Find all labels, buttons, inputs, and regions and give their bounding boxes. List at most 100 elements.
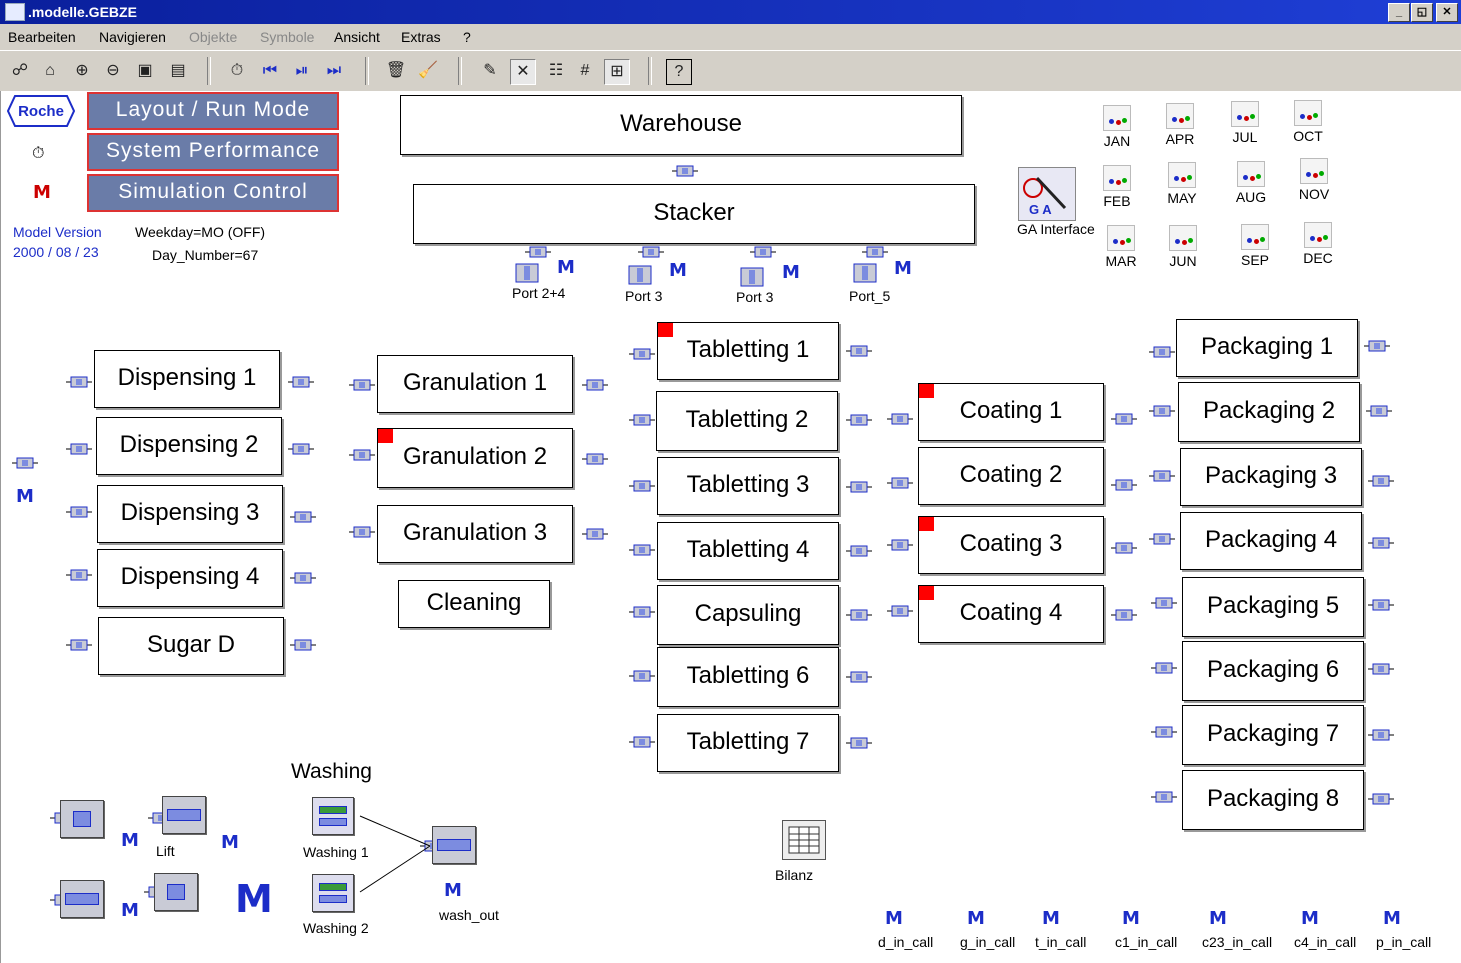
fast-forward-icon[interactable]: ⏭ <box>322 59 346 83</box>
step-icon[interactable]: ⏯ <box>290 59 314 83</box>
coating-node[interactable]: Coating 4 <box>918 585 1104 643</box>
connector-icon[interactable] <box>12 456 38 470</box>
restore-button[interactable]: ◱ <box>1411 3 1433 22</box>
coating-node[interactable]: Coating 2 <box>918 447 1104 505</box>
connector-icon[interactable] <box>66 442 92 456</box>
method-call-icon[interactable]: M <box>1122 910 1140 928</box>
connector-icon[interactable] <box>846 544 872 558</box>
connector-icon[interactable] <box>349 525 375 539</box>
connector-icon[interactable] <box>582 527 608 541</box>
menu-objekte[interactable]: Objekte <box>189 29 237 45</box>
connector-icon[interactable] <box>1151 661 1177 675</box>
packaging-node[interactable]: Packaging 2 <box>1178 382 1360 442</box>
stacker-node[interactable]: Stacker <box>413 184 975 244</box>
tabletting-node[interactable]: Tabletting 3 <box>657 457 839 515</box>
connector-icon[interactable] <box>290 510 316 524</box>
layout-icon[interactable]: ⊞ <box>604 59 630 85</box>
port-icon[interactable] <box>625 260 655 290</box>
month-jan[interactable]: JAN <box>1095 105 1139 149</box>
packaging-node[interactable]: Packaging 5 <box>1182 577 1364 637</box>
connector-icon[interactable] <box>1151 790 1177 804</box>
method-call-icon[interactable]: M <box>885 910 903 928</box>
menu-help[interactable]: ? <box>463 29 471 45</box>
connector-icon[interactable] <box>1111 608 1137 622</box>
connector-icon[interactable] <box>1149 404 1175 418</box>
method-call-icon[interactable]: M <box>1209 910 1227 928</box>
system-performance-button[interactable]: System Performance <box>87 133 339 171</box>
zoom-out-icon[interactable]: ⊖ <box>101 59 125 83</box>
menu-bearbeiten[interactable]: Bearbeiten <box>8 29 76 45</box>
broom-icon[interactable]: 🧹 <box>416 59 440 83</box>
connector-icon[interactable] <box>66 638 92 652</box>
packaging-node[interactable]: Packaging 6 <box>1182 641 1364 701</box>
month-dec[interactable]: DEC <box>1296 222 1340 266</box>
rewind-icon[interactable]: ⏮ <box>258 59 282 83</box>
dispensing-node[interactable]: Dispensing 3 <box>97 485 283 543</box>
tabletting-node[interactable]: Tabletting 7 <box>657 714 839 772</box>
connector-icon[interactable] <box>288 375 314 389</box>
method-icon[interactable]: M <box>16 488 34 506</box>
port-icon[interactable] <box>850 258 880 288</box>
method-icon[interactable]: M <box>121 832 139 850</box>
connector-icon[interactable] <box>1111 412 1137 426</box>
minimize-button[interactable]: _ <box>1388 3 1410 22</box>
port-icon[interactable] <box>737 262 767 292</box>
month-jun[interactable]: JUN <box>1161 225 1205 269</box>
connector-icon[interactable] <box>629 479 655 493</box>
month-sep[interactable]: SEP <box>1233 224 1277 268</box>
port-method-icon[interactable]: M <box>782 264 800 282</box>
connector-icon[interactable] <box>290 638 316 652</box>
eraser-icon[interactable]: ✎ <box>478 59 502 83</box>
connector-icon[interactable] <box>629 347 655 361</box>
port-method-icon[interactable]: M <box>894 260 912 278</box>
menu-extras[interactable]: Extras <box>401 29 441 45</box>
connector-icon[interactable] <box>1111 478 1137 492</box>
connector-icon[interactable] <box>887 476 913 490</box>
dispensing-node[interactable]: Dispensing 2 <box>96 417 282 475</box>
connector-icon[interactable] <box>629 413 655 427</box>
packaging-node[interactable]: Packaging 4 <box>1180 512 1362 570</box>
buffer-icon[interactable] <box>60 880 104 918</box>
buffer-icon[interactable] <box>154 873 198 911</box>
connector-icon[interactable] <box>846 413 872 427</box>
ga-interface-icon[interactable]: G A <box>1018 167 1076 221</box>
cleaning-node[interactable]: Cleaning <box>398 580 550 628</box>
connector-icon[interactable] <box>846 344 872 358</box>
zoom-in-icon[interactable]: ⊕ <box>70 59 94 83</box>
month-apr[interactable]: APR <box>1158 103 1202 147</box>
method-icon[interactable]: M <box>33 184 51 202</box>
connector-icon[interactable] <box>349 448 375 462</box>
granulation-node[interactable]: Granulation 1 <box>377 355 573 413</box>
menu-navigieren[interactable]: Navigieren <box>99 29 166 45</box>
menu-symbole[interactable]: Symbole <box>260 29 314 45</box>
warehouse-node[interactable]: Warehouse <box>400 95 962 155</box>
connector-icon[interactable] <box>638 245 664 259</box>
bilanz-table-icon[interactable] <box>782 820 826 860</box>
connector-icon[interactable] <box>629 669 655 683</box>
month-oct[interactable]: OCT <box>1286 100 1330 144</box>
connector-icon[interactable] <box>290 571 316 585</box>
port-icon[interactable] <box>512 258 542 288</box>
connector-icon[interactable] <box>582 378 608 392</box>
coating-node[interactable]: Coating 1 <box>918 383 1104 441</box>
home-icon[interactable]: ⌂ <box>38 59 62 83</box>
tabletting-node[interactable]: Tabletting 4 <box>657 522 839 580</box>
grid-icon[interactable]: # <box>573 59 597 83</box>
method-icon[interactable]: M <box>221 834 239 852</box>
help-icon[interactable]: ? <box>666 59 692 85</box>
dispensing-node[interactable]: Dispensing 1 <box>94 350 280 408</box>
close-button[interactable]: ✕ <box>1436 3 1458 22</box>
connector-icon[interactable] <box>862 245 888 259</box>
dispensing-node[interactable]: Dispensing 4 <box>97 549 283 607</box>
connector-icon[interactable] <box>1368 662 1394 676</box>
connector-icon[interactable] <box>846 608 872 622</box>
frame-icon[interactable]: ▤ <box>166 59 190 83</box>
fit-icon[interactable]: ▣ <box>133 59 157 83</box>
port-method-icon[interactable]: M <box>557 259 575 277</box>
method-call-icon[interactable]: M <box>967 910 985 928</box>
connector-icon[interactable] <box>1368 598 1394 612</box>
connector-icon[interactable] <box>1149 532 1175 546</box>
connector-icon[interactable] <box>629 605 655 619</box>
simulation-control-button[interactable]: Simulation Control <box>87 174 339 212</box>
connector-icon[interactable] <box>66 375 92 389</box>
